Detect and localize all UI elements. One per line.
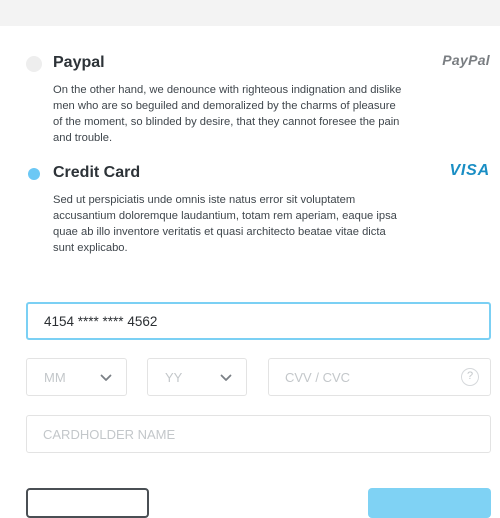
question-mark-icon[interactable]: ? [461, 368, 479, 386]
cvv-field[interactable]: ? [268, 358, 491, 396]
credit-card-radio[interactable] [26, 166, 42, 182]
visa-logo: VISA [449, 162, 490, 179]
paypal-description: On the other hand, we denounce with righ… [53, 84, 402, 144]
back-button[interactable] [26, 488, 149, 518]
credit-card-title: Credit Card [53, 164, 141, 181]
card-number-field[interactable] [26, 302, 491, 340]
expiry-month-select[interactable]: MM [26, 358, 127, 396]
paypal-logo: PayPal [442, 52, 490, 68]
credit-card-description: Sed ut perspiciatis unde omnis iste natu… [53, 194, 397, 254]
expiry-month-placeholder: MM [44, 370, 66, 385]
cardholder-name-field[interactable] [26, 415, 491, 453]
chevron-down-icon [100, 374, 112, 381]
cvv-input[interactable] [269, 359, 490, 395]
paypal-title: Paypal [53, 54, 105, 71]
paypal-radio[interactable] [26, 56, 42, 72]
continue-button[interactable] [368, 488, 491, 518]
chevron-down-icon [220, 374, 232, 381]
expiry-year-placeholder: YY [165, 370, 183, 385]
expiry-year-select[interactable]: YY [147, 358, 247, 396]
cardholder-name-input[interactable] [27, 416, 490, 452]
top-band [0, 0, 500, 26]
card-number-input[interactable] [28, 304, 489, 338]
